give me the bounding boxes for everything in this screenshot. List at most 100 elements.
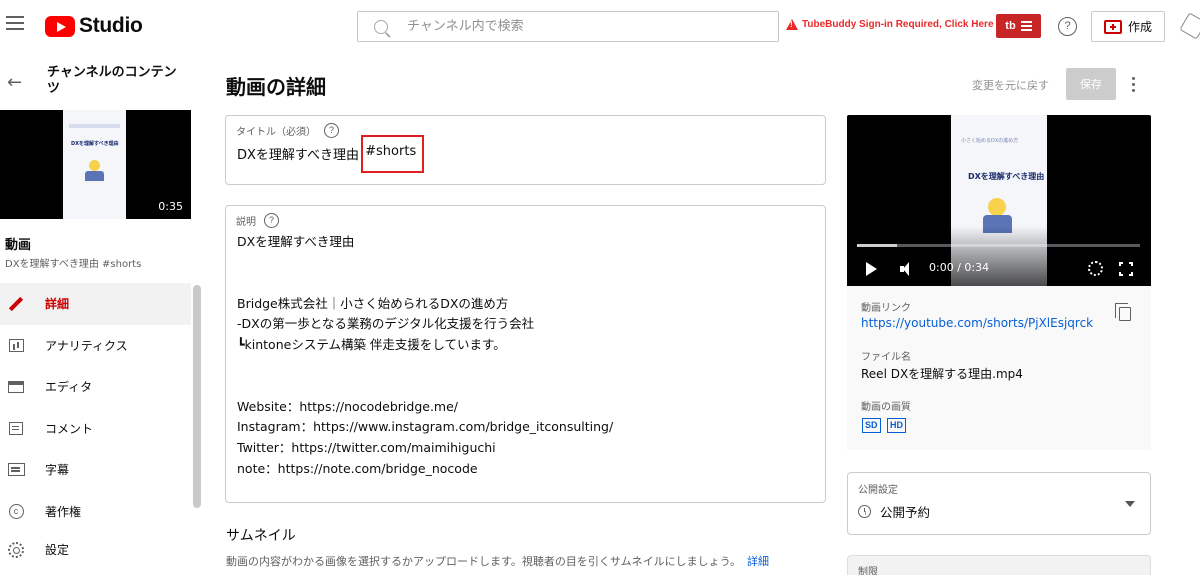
help-icon[interactable]: ? [1058,17,1077,36]
save-button[interactable]: 保存 [1066,68,1116,100]
chevron-down-icon [1125,501,1135,507]
sidebar-item-settings[interactable]: 設定 [0,529,191,571]
tubebuddy-menu-button[interactable]: tb [996,14,1041,38]
video-quality-label: 動画の画質 [861,402,911,413]
thumbnail-duration: 0:35 [158,200,183,213]
visibility-value: 公開予約 [880,505,931,520]
progress-bar-fill [857,244,897,247]
title-hashtag-highlight: #shorts [361,135,425,173]
frame-title: DXを理解すべき理由 [968,172,1045,181]
video-title-small: DXを理解すべき理由 #shorts [5,259,142,270]
sd-quality-badge: SD [862,418,881,433]
analytics-icon [6,338,26,352]
youtube-logo-icon [45,15,75,37]
help-icon[interactable]: ? [324,123,339,138]
description-textarea[interactable]: DXを理解すべき理由 Bridge株式会社｜小さく始められるDXの進め方 -DX… [237,232,817,479]
restrictions-label: 制限 [858,567,878,575]
description-line: ┗kintoneシステム構築 伴走支援をしています。 [237,336,506,352]
video-link[interactable]: https://youtube.com/shorts/PjXlEsjqrck [861,316,1093,330]
clock-icon [858,505,871,518]
progress-bar[interactable] [857,244,1140,247]
description-line [237,273,817,294]
sidebar-nav: 詳細 アナリティクス エディタ コメント 字幕 c 著作権 [0,283,191,532]
video-section-label: 動画 [5,238,32,253]
tubebuddy-warning-link[interactable]: TubeBuddy Sign-in Required, Click Here [786,19,994,30]
frame-top-text: 小さく始めるDXの進め方 [961,138,1019,144]
sidebar-item-label: 設定 [45,543,70,558]
menu-icon[interactable] [6,16,24,30]
sidebar-item-label: アナリティクス [45,338,128,353]
sidebar-item-label: 字幕 [45,463,70,478]
sidebar-item-editor[interactable]: エディタ [0,366,191,408]
description-label-row: 説明 ? [236,213,279,228]
video-info-card: 動画リンク https://youtube.com/shorts/PjXlEsj… [847,286,1151,450]
title-field[interactable]: タイトル（必須） ? DXを理解すべき理由 #shorts [225,115,826,185]
help-icon[interactable]: ? [264,213,279,228]
volume-icon[interactable] [900,262,916,276]
title-field-label-row: タイトル（必須） ? [236,123,339,138]
copy-icon[interactable] [1115,303,1131,321]
create-label: 作成 [1127,20,1152,34]
title-text: DXを理解すべき理由 [237,148,364,163]
description-line: -DXの第一歩となる業務のデジタル化支援を行う会社 [237,316,535,332]
thumbnail-learn-more-link[interactable]: 詳細 [747,555,769,568]
sidebar-item-subtitles[interactable]: 字幕 [0,449,191,491]
comment-icon [6,421,26,435]
video-player[interactable]: 小さく始めるDXの進め方 DXを理解すべき理由 0:00 / 0:34 [847,115,1151,286]
description-line: Twitter：https://twitter.com/maimihiguchi [237,439,496,455]
visibility-label: 公開設定 [858,485,898,496]
description-line: DXを理解すべき理由 [237,234,355,249]
copyright-icon: c [6,503,26,519]
tubebuddy-menu-icon [1020,19,1032,33]
filename-label: ファイル名 [861,352,911,363]
create-video-icon [1103,19,1122,34]
sidebar-item-comments[interactable]: コメント [0,408,191,450]
description-line [237,376,817,397]
lightbulb-icon [89,160,100,171]
back-arrow-icon[interactable]: ← [7,72,22,93]
restrictions-box[interactable]: 制限 [847,555,1151,575]
sidebar-item-analytics[interactable]: アナリティクス [0,325,191,367]
create-button[interactable]: 作成 [1091,11,1165,42]
sidebar-item-label: 著作権 [45,504,82,519]
description-field[interactable]: 説明 ? DXを理解すべき理由 Bridge株式会社｜小さく始められるDXの進め… [225,205,826,503]
thumbnail-heading: サムネイル [226,528,296,544]
search-icon [374,19,388,34]
title-field-label: タイトル（必須） [236,127,316,138]
top-bar: Studio TubeBuddy Sign-in Required, Click… [0,0,1200,54]
sidebar-item-label: 詳細 [45,297,70,312]
visibility-dropdown[interactable]: 公開設定 公開予約 [847,472,1151,535]
studio-logo[interactable]: Studio [45,14,143,38]
sidebar-item-label: コメント [45,421,94,436]
sidebar: ← チャンネルのコンテンツ DXを理解すべき理由 0:35 動画 DXを理解すべ… [0,54,205,575]
warning-icon [786,19,798,30]
description-line: Website：https://nocodebridge.me/ [237,398,459,414]
time-display: 0:00 / 0:34 [929,261,990,274]
visibility-value-row: 公開予約 [858,502,930,521]
search-input[interactable] [407,19,747,34]
person-illustration [85,171,104,181]
fullscreen-icon[interactable] [1118,261,1134,277]
sidebar-item-copyright[interactable]: c 著作権 [0,491,191,533]
description-line [237,253,817,274]
pencil-icon [6,296,26,312]
thumbnail-help-body: 動画の内容がわかる画像を選択するかアップロードします。視聴者の目を引くサムネイル… [226,555,742,568]
search-box[interactable] [357,11,779,42]
play-icon[interactable] [866,262,877,276]
undo-changes-button[interactable]: 変更を元に戻す [972,77,1049,93]
description-field-label: 説明 [236,217,256,228]
sidebar-scrollbar[interactable] [193,285,201,508]
more-options-icon[interactable] [1127,73,1139,95]
hd-quality-badge: HD [887,418,906,433]
channel-content-title: チャンネルのコンテンツ [47,65,177,96]
thumbnail-title: DXを理解すべき理由 [71,141,119,147]
video-thumbnail[interactable]: DXを理解すべき理由 0:35 [0,110,191,219]
settings-gear-icon[interactable] [1088,261,1103,276]
title-input[interactable]: DXを理解すべき理由 #shorts [237,135,425,173]
editor-icon [6,380,26,393]
sidebar-item-details[interactable]: 詳細 [0,283,191,325]
sidebar-item-label: エディタ [45,380,93,395]
account-avatar-icon[interactable] [1179,12,1200,40]
tubebuddy-warning-text: TubeBuddy Sign-in Required, Click Here [802,19,994,30]
page-title: 動画の詳細 [226,75,326,99]
